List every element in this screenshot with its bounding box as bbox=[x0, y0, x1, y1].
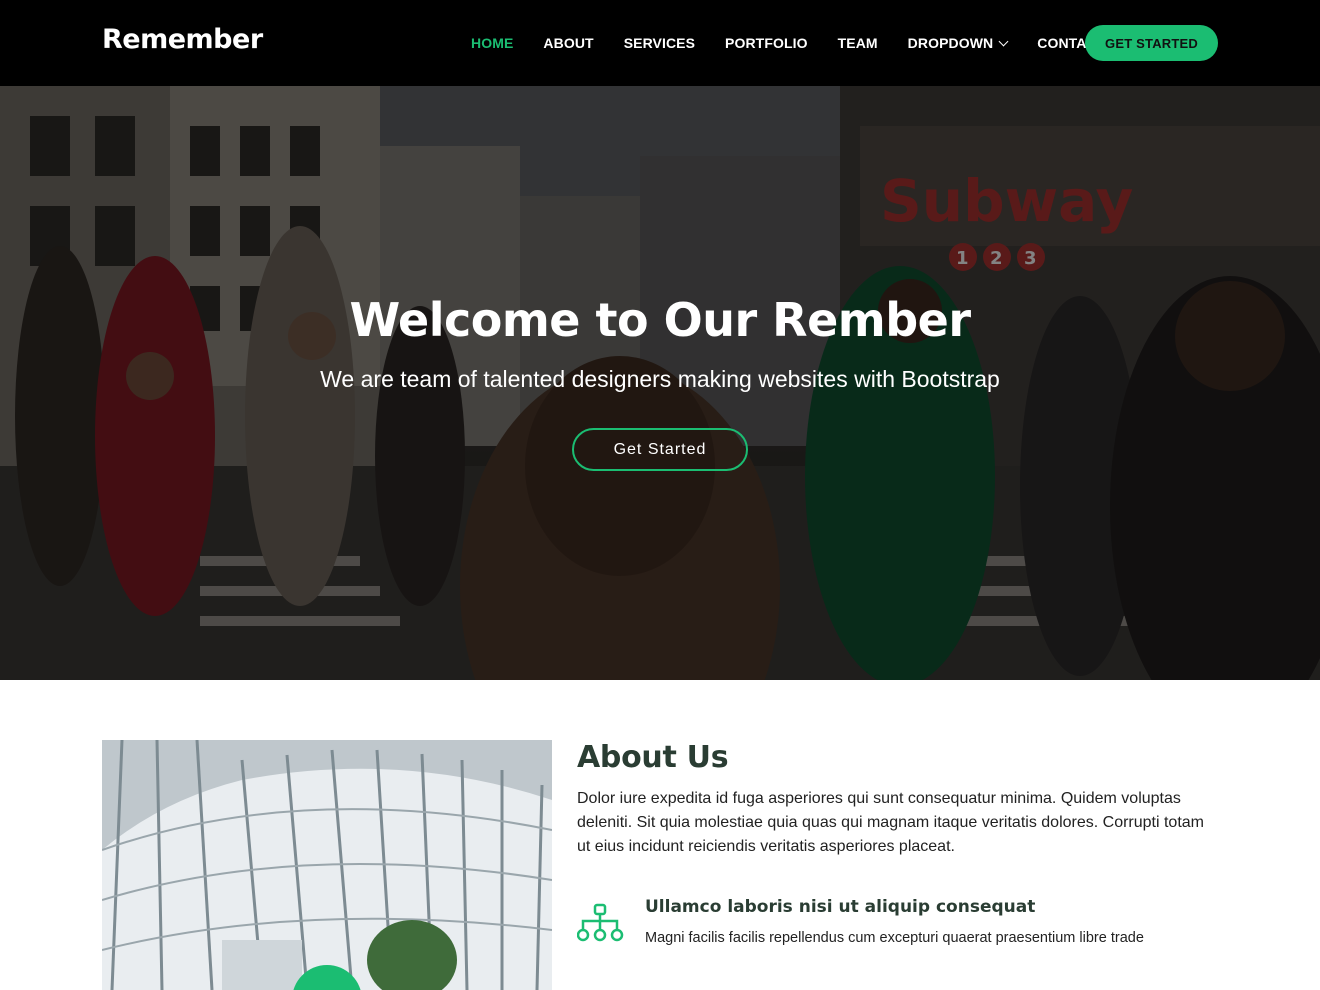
nav-services[interactable]: SERVICES bbox=[624, 35, 695, 51]
feature-description: Magni facilis facilis repellendus cum ex… bbox=[645, 930, 1144, 946]
nav-dropdown[interactable]: DROPDOWN bbox=[907, 35, 1009, 51]
hero-subtitle: We are team of talented designers making… bbox=[320, 366, 1000, 392]
sitemap-icon bbox=[576, 903, 625, 943]
hero-title: Welcome to Our Rember bbox=[349, 293, 971, 347]
get-started-header-button[interactable]: GET STARTED bbox=[1085, 25, 1218, 61]
site-header: Remember HOME ABOUT SERVICES PORTFOLIO T… bbox=[0, 0, 1320, 86]
nav-about[interactable]: ABOUT bbox=[543, 35, 593, 51]
about-description: Dolor iure expedita id fuga asperiores q… bbox=[577, 790, 1204, 855]
feature-title: Ullamco laboris nisi ut aliquip consequa… bbox=[645, 897, 1036, 917]
nav-portfolio[interactable]: PORTFOLIO bbox=[725, 35, 808, 51]
get-started-hero-button[interactable]: Get Started bbox=[572, 428, 748, 471]
nav-home[interactable]: HOME bbox=[471, 35, 513, 51]
main-nav: HOME ABOUT SERVICES PORTFOLIO TEAM DROPD… bbox=[471, 0, 1135, 86]
hero-section: Subway 1 2 3 Welcome to Our Rember We ar… bbox=[0, 86, 1320, 680]
site-logo[interactable]: Remember bbox=[102, 24, 263, 55]
about-title: About Us bbox=[577, 740, 729, 775]
chevron-down-icon bbox=[998, 36, 1009, 46]
nav-dropdown-label: DROPDOWN bbox=[907, 35, 994, 51]
about-image bbox=[102, 740, 552, 990]
nav-team[interactable]: TEAM bbox=[838, 35, 878, 51]
